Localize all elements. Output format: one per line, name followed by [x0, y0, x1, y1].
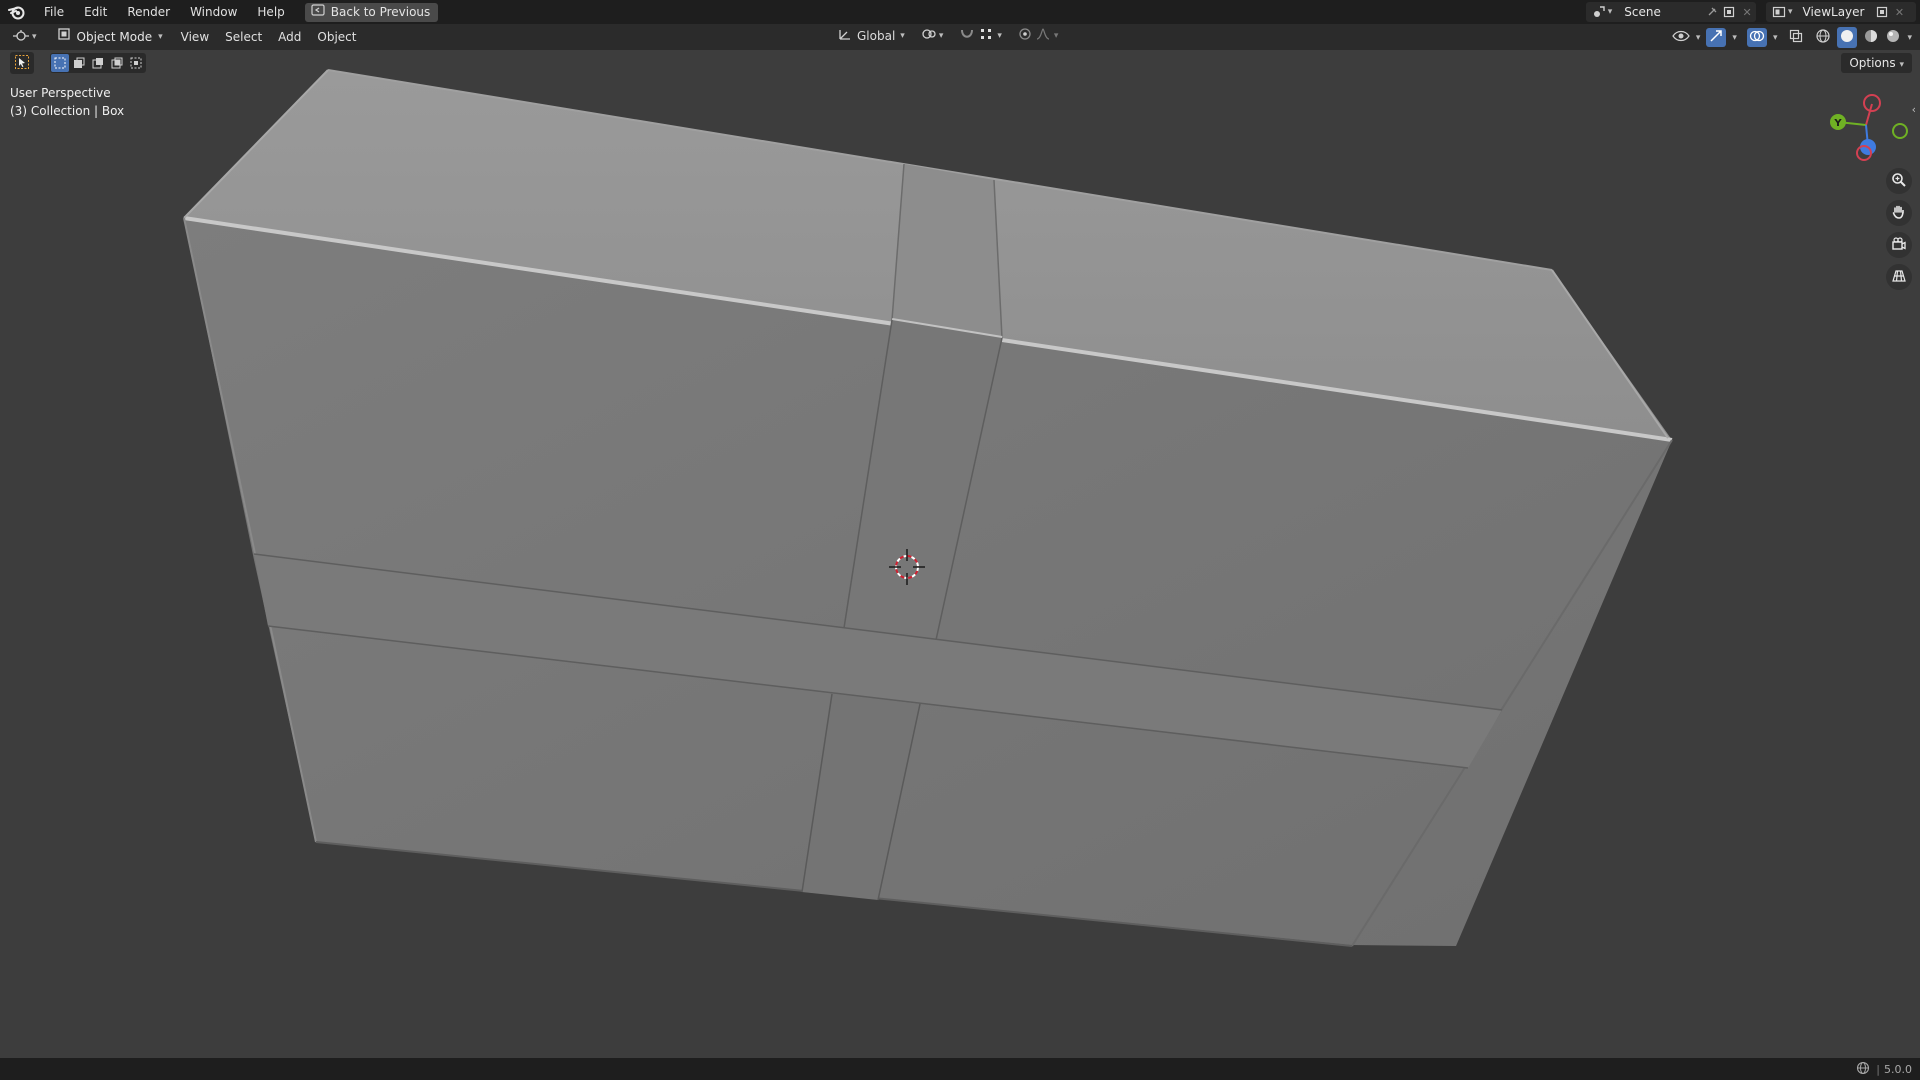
- view-layer-name[interactable]: ViewLayer: [1803, 5, 1873, 19]
- sidebar-toggle-icon[interactable]: ‹: [1912, 103, 1916, 116]
- menu-render[interactable]: Render: [117, 0, 180, 24]
- viewport-shading-tools: ▾ ▾ ▾ ▾: [1672, 27, 1912, 48]
- object-mode-icon: [57, 27, 71, 47]
- zoom-button[interactable]: [1886, 168, 1912, 194]
- snap-icon[interactable]: [959, 27, 975, 44]
- header-menu-select[interactable]: Select: [217, 27, 270, 47]
- gizmo-icon[interactable]: [1706, 28, 1727, 47]
- back-to-previous-label: Back to Previous: [330, 4, 431, 19]
- view-layer-icon: [1770, 3, 1788, 21]
- back-to-previous-button[interactable]: Back to Previous: [304, 2, 439, 22]
- close-icon[interactable]: ✕: [1891, 3, 1909, 21]
- view-layer-selector[interactable]: ▾ ViewLayer ✕: [1766, 2, 1916, 22]
- editor-type-icon: [12, 29, 30, 46]
- close-icon[interactable]: ✕: [1738, 3, 1756, 21]
- snap-group[interactable]: ▾: [959, 27, 1002, 44]
- status-bar: | 5.0.0: [0, 1058, 1920, 1080]
- object-mode-dropdown[interactable]: Object Mode ▾: [50, 27, 169, 47]
- version-label: 5.0.0: [1884, 1062, 1912, 1076]
- pivot-icon: [921, 27, 937, 44]
- shading-material-icon[interactable]: [1863, 28, 1879, 47]
- blender-logo-icon[interactable]: [0, 0, 34, 24]
- proportional-editing-group[interactable]: ▾: [1018, 27, 1058, 44]
- back-icon: [311, 3, 325, 22]
- viewport-header: ▾ Object Mode ▾ View Select Add Object G…: [0, 24, 1920, 50]
- global-orientation-icon: [838, 27, 852, 44]
- falloff-icon[interactable]: [1036, 27, 1050, 44]
- viewport-navigation: [1886, 168, 1912, 290]
- snap-grid-icon[interactable]: [979, 27, 993, 44]
- header-menu-view[interactable]: View: [173, 27, 217, 47]
- gizmo-y-label: Y: [1833, 118, 1842, 129]
- shading-render-icon[interactable]: [1885, 28, 1901, 47]
- gizmo-y-neg[interactable]: [1892, 123, 1908, 139]
- object-mode-label: Object Mode: [76, 30, 153, 44]
- menu-help[interactable]: Help: [247, 0, 294, 24]
- chevron-down-icon: ▾: [1607, 7, 1613, 17]
- menu-window[interactable]: Window: [180, 0, 247, 24]
- navigation-gizmo[interactable]: Y: [1830, 94, 1908, 161]
- header-menu-object[interactable]: Object: [309, 27, 364, 47]
- transform-orientation-label: Global: [857, 28, 896, 43]
- box-mesh[interactable]: [183, 69, 1673, 947]
- chevron-down-icon: ▾: [1788, 7, 1793, 17]
- camera-view-button[interactable]: [1886, 232, 1912, 258]
- scene-icon: [1590, 3, 1608, 21]
- network-icon[interactable]: [1856, 1061, 1870, 1078]
- scene-selector[interactable]: ▾ Scene ✕: [1586, 2, 1756, 22]
- shading-solid-icon[interactable]: [1837, 27, 1858, 48]
- viewport-canvas[interactable]: Y ‹: [0, 50, 1920, 1058]
- proportional-icon[interactable]: [1018, 27, 1032, 44]
- visibility-icon[interactable]: [1672, 29, 1690, 46]
- shading-wire-icon[interactable]: [1815, 28, 1831, 47]
- pan-button[interactable]: [1886, 200, 1912, 226]
- editor-type-selector[interactable]: ▾: [12, 29, 37, 46]
- pan-hand-icon: [1891, 204, 1907, 223]
- xray-icon[interactable]: [1789, 29, 1803, 46]
- new-scene-icon[interactable]: [1721, 3, 1739, 21]
- menu-file[interactable]: File: [34, 0, 74, 24]
- menu-edit[interactable]: Edit: [74, 0, 117, 24]
- overlay-icon[interactable]: [1746, 28, 1767, 47]
- scene-name[interactable]: Scene: [1624, 5, 1703, 19]
- ribbon-top-vertical: [892, 164, 1002, 338]
- top-bar: File Edit Render Window Help Back to Pre…: [0, 0, 1920, 24]
- transform-tools: Global ▾ ▾ ▾ ▾: [838, 27, 1058, 44]
- pivot-dropdown[interactable]: ▾: [921, 27, 943, 44]
- gizmo-x-neg[interactable]: [1863, 94, 1881, 112]
- zoom-icon: [1891, 172, 1907, 191]
- pin-icon[interactable]: [1703, 3, 1721, 21]
- grid-icon: [1891, 268, 1907, 287]
- new-view-layer-icon[interactable]: [1873, 3, 1891, 21]
- camera-icon: [1891, 236, 1907, 255]
- transform-orientation-dropdown[interactable]: Global ▾: [838, 27, 905, 44]
- header-menu-add[interactable]: Add: [270, 27, 309, 47]
- ortho-toggle-button[interactable]: [1886, 264, 1912, 290]
